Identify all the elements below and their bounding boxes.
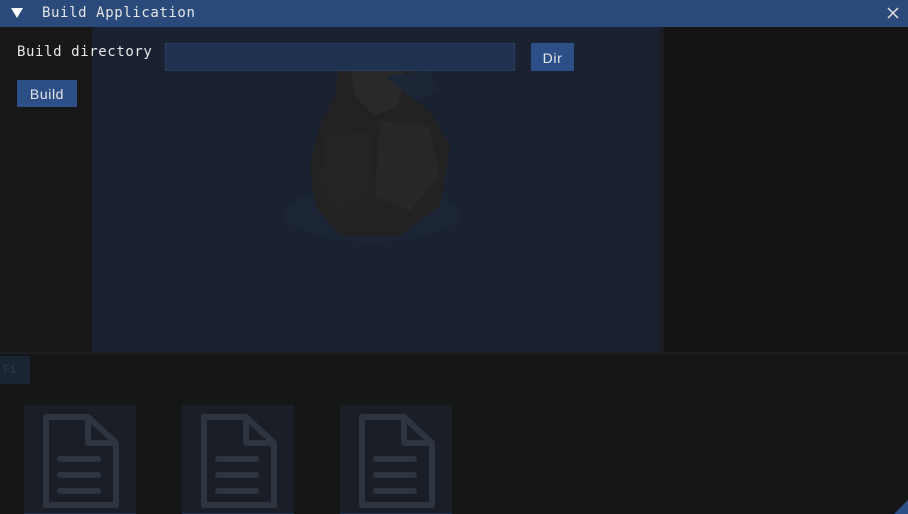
window-title: Build Application — [42, 5, 196, 21]
document-icon — [43, 414, 119, 508]
document-icon — [201, 414, 277, 508]
resize-grip[interactable] — [894, 500, 908, 514]
build-application-window: Fi Build Application Build directory Dir… — [0, 0, 908, 514]
asset-tile — [340, 405, 452, 514]
collapse-triangle-icon[interactable] — [10, 6, 24, 20]
close-icon[interactable] — [886, 6, 900, 20]
asset-tile — [182, 405, 294, 514]
background-tab: Fi — [0, 356, 30, 384]
background-right-panel — [664, 27, 908, 352]
document-icon — [359, 414, 435, 508]
dir-browse-button[interactable]: Dir — [531, 43, 574, 71]
title-bar[interactable]: Build Application — [0, 0, 908, 27]
asset-tile — [24, 405, 136, 514]
background-tab-strip — [0, 356, 908, 386]
build-directory-label: Build directory — [17, 44, 153, 60]
build-directory-input[interactable] — [165, 43, 515, 71]
build-button[interactable]: Build — [17, 80, 77, 107]
background-left-panel — [0, 27, 92, 352]
